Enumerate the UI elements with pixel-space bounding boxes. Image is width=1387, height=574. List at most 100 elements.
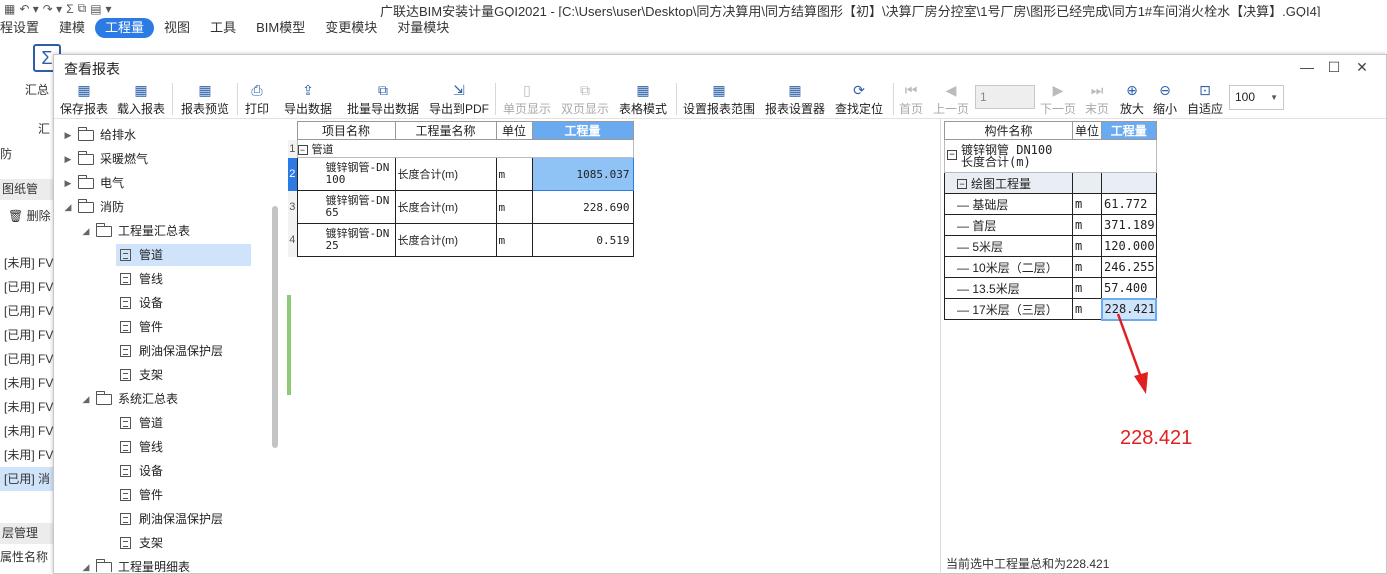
value-cell[interactable]: 61.772 bbox=[1101, 193, 1157, 215]
table-cell[interactable]: 0.519 bbox=[531, 223, 634, 257]
save-report-button[interactable]: ▦ 保存报表 bbox=[60, 79, 108, 119]
tab-view[interactable]: 视图 bbox=[154, 18, 200, 38]
tree-node-support[interactable]: 支架 bbox=[120, 364, 163, 386]
unit-cell[interactable]: m bbox=[1072, 214, 1102, 236]
locate-button[interactable]: ⟳ 查找定位 bbox=[835, 79, 883, 119]
tab-modeling[interactable]: 建模 bbox=[49, 18, 95, 38]
row-number[interactable]: 4 bbox=[288, 223, 297, 257]
page-number-input[interactable]: 1 bbox=[975, 85, 1035, 109]
tree-node-line[interactable]: 管线 bbox=[120, 268, 163, 290]
table-cell[interactable]: 长度合计(m) bbox=[394, 223, 497, 257]
row-number[interactable]: 3 bbox=[288, 190, 297, 224]
batch-export-button[interactable]: ⧉ 批量导出数据 bbox=[347, 79, 419, 119]
floor-cell[interactable]: — 首层 bbox=[944, 214, 1073, 236]
unit-cell[interactable]: m bbox=[1072, 256, 1102, 278]
column-header[interactable]: 工程量 bbox=[1101, 121, 1157, 140]
value-cell[interactable]: 246.255 bbox=[1101, 256, 1157, 278]
tree-node-paint-insulation[interactable]: 刷油保温保护层 bbox=[120, 508, 223, 530]
layer-management-tab[interactable]: 层管理 bbox=[0, 523, 55, 544]
value-cell[interactable]: 120.000 bbox=[1101, 235, 1157, 257]
floor-cell[interactable]: — 5米层 bbox=[944, 235, 1073, 257]
list-item[interactable]: [已用] FV bbox=[0, 275, 55, 299]
export-data-button[interactable]: ⇪ 导出数据 bbox=[284, 79, 332, 119]
table-cell[interactable]: 228.690 bbox=[531, 190, 634, 224]
tree-node-pipe[interactable]: 管道 bbox=[116, 244, 251, 266]
value-cell[interactable]: 371.189 bbox=[1101, 214, 1157, 236]
tree-node-line[interactable]: 管线 bbox=[120, 436, 163, 458]
zoom-in-button[interactable]: ⊕ 放大 bbox=[1120, 79, 1144, 119]
collapse-arrow-icon[interactable]: ◢ bbox=[62, 196, 74, 218]
customize-dropdown-icon[interactable]: ▾ bbox=[106, 2, 112, 16]
tab-compare-module[interactable]: 对量模块 bbox=[387, 18, 459, 38]
tree-node-support[interactable]: 支架 bbox=[120, 532, 163, 554]
table-cell[interactable]: 镀锌钢管-DN 65 bbox=[296, 190, 396, 224]
group-row[interactable]: − 管道 bbox=[296, 139, 634, 158]
table-cell[interactable]: 镀锌钢管-DN 100 bbox=[296, 157, 396, 191]
set-report-range-button[interactable]: ▦ 设置报表范围 bbox=[683, 79, 755, 119]
copy-icon[interactable]: ⧉ bbox=[78, 1, 87, 16]
maximize-button[interactable]: ☐ bbox=[1323, 57, 1345, 77]
list-item[interactable]: [已用] FV bbox=[0, 299, 55, 323]
tab-change-module[interactable]: 变更模块 bbox=[315, 18, 387, 38]
delete-button[interactable]: 🗑 删除 bbox=[8, 207, 51, 224]
list-item[interactable]: [未用] FV bbox=[0, 395, 55, 419]
row-number[interactable]: 1 bbox=[288, 139, 297, 158]
list-item[interactable]: [未用] FV bbox=[0, 251, 55, 275]
unit-cell[interactable]: m bbox=[1072, 235, 1102, 257]
collapse-arrow-icon[interactable]: ◢ bbox=[80, 388, 92, 410]
floor-cell[interactable]: — 基础层 bbox=[944, 193, 1073, 215]
value-cell[interactable]: 57.400 bbox=[1101, 277, 1157, 299]
minimize-button[interactable]: — bbox=[1296, 57, 1318, 77]
zoom-select[interactable]: 100 ▼ bbox=[1229, 85, 1284, 110]
tree-node-fitting[interactable]: 管件 bbox=[120, 316, 163, 338]
tree-node-fire[interactable]: ◢ 消防 bbox=[62, 196, 124, 218]
view-icon[interactable]: ▤ bbox=[90, 2, 101, 16]
column-header[interactable]: 单位 bbox=[495, 121, 533, 140]
table-cell-selected[interactable]: 1085.037 bbox=[531, 157, 634, 191]
save-icon[interactable]: ▦ bbox=[4, 2, 15, 16]
sum-icon[interactable]: Σ bbox=[66, 2, 73, 16]
list-item[interactable]: [未用] FV bbox=[0, 419, 55, 443]
unit-cell[interactable]: m bbox=[1072, 193, 1102, 215]
drawing-manager-tab[interactable]: 图纸管 bbox=[0, 179, 55, 200]
search-hint[interactable]: 防 bbox=[0, 145, 12, 162]
report-setter-button[interactable]: ▦ 报表设置器 bbox=[765, 79, 825, 119]
tree-node-water[interactable]: ▶ 给排水 bbox=[62, 124, 136, 146]
fit-button[interactable]: ⊡ 自适应 bbox=[1187, 79, 1223, 119]
zoom-out-button[interactable]: ⊖ 缩小 bbox=[1153, 79, 1177, 119]
tree-node-equipment[interactable]: 设备 bbox=[120, 292, 163, 314]
collapse-arrow-icon[interactable]: ◢ bbox=[80, 220, 92, 242]
tab-bim-model[interactable]: BIM模型 bbox=[246, 18, 315, 38]
prev-page-button[interactable]: ◀ 上一页 bbox=[933, 79, 969, 119]
column-header[interactable]: 项目名称 bbox=[296, 121, 396, 140]
undo-icon[interactable]: ↶ ▾ bbox=[19, 2, 38, 16]
floor-cell[interactable]: — 17米层（三层） bbox=[944, 298, 1073, 320]
tree-node-equipment[interactable]: 设备 bbox=[120, 460, 163, 482]
single-page-button[interactable]: ▯ 单页显示 bbox=[503, 79, 551, 119]
double-page-button[interactable]: ⧉ 双页显示 bbox=[561, 79, 609, 119]
print-button[interactable]: ⎙ 打印 bbox=[245, 79, 269, 119]
collapse-icon[interactable]: − bbox=[947, 150, 957, 160]
table-cell[interactable]: 镀锌钢管-DN 25 bbox=[296, 223, 396, 257]
column-header[interactable]: 工程量名称 bbox=[394, 121, 497, 140]
tree-node-quantity-detail[interactable]: ◢ 工程量明细表 bbox=[80, 556, 190, 572]
column-header[interactable]: 工程量 bbox=[531, 121, 634, 140]
floor-cell[interactable]: — 10米层（二层） bbox=[944, 256, 1073, 278]
subgroup-row[interactable]: − 绘图工程量 bbox=[944, 172, 1073, 194]
table-cell[interactable]: m bbox=[495, 223, 533, 257]
table-cell[interactable]: 长度合计(m) bbox=[394, 190, 497, 224]
tree-node-quantity-summary[interactable]: ◢ 工程量汇总表 bbox=[80, 220, 190, 242]
redo-icon[interactable]: ↷ ▾ bbox=[43, 2, 62, 16]
collapse-icon[interactable]: − bbox=[298, 144, 308, 155]
tree-scrollbar[interactable] bbox=[272, 206, 278, 448]
unit-cell[interactable]: m bbox=[1072, 277, 1102, 299]
tab-tools[interactable]: 工具 bbox=[200, 18, 246, 38]
table-cell[interactable]: 长度合计(m) bbox=[394, 157, 497, 191]
column-header[interactable]: 单位 bbox=[1072, 121, 1102, 140]
expand-arrow-icon[interactable]: ▶ bbox=[62, 172, 74, 194]
expand-arrow-icon[interactable]: ▶ bbox=[62, 148, 74, 170]
collapse-arrow-icon[interactable]: ◢ bbox=[80, 556, 92, 572]
tree-node-pipe[interactable]: 管道 bbox=[120, 412, 163, 434]
export-pdf-button[interactable]: ⇲ 导出到PDF bbox=[429, 79, 489, 119]
summary-label[interactable]: 汇总 bbox=[25, 81, 49, 98]
